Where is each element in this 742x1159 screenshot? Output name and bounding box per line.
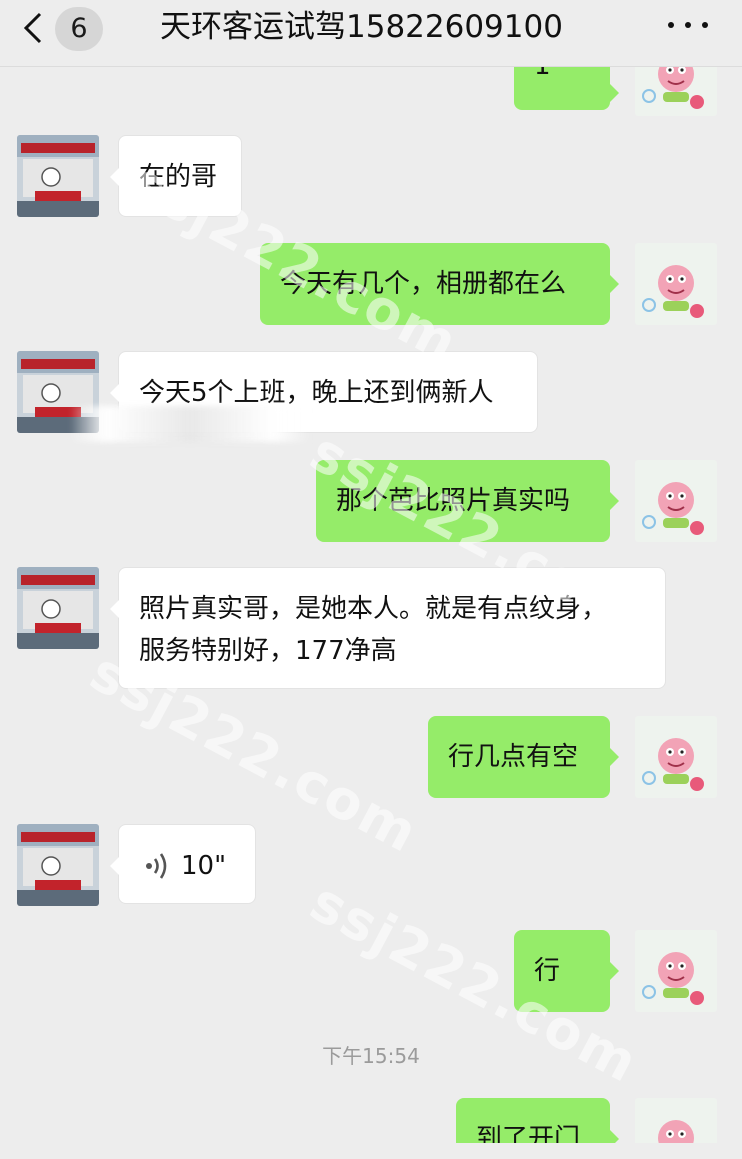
back-button[interactable]: 6 bbox=[14, 4, 114, 54]
message-text: 行 bbox=[534, 956, 561, 986]
message-text-line: 服务特别好，177净高 bbox=[139, 636, 397, 666]
my-avatar[interactable] bbox=[635, 243, 717, 325]
contact-avatar[interactable] bbox=[17, 824, 99, 906]
message-bubble[interactable]: 照片真实哥，是她本人。就是有点纹身， 服务特别好，177净高 bbox=[110, 567, 666, 689]
building-avatar-icon bbox=[17, 824, 99, 906]
patrick-star-avatar-icon bbox=[635, 930, 717, 1012]
message-text-line: 照片真实哥，是她本人。就是有点纹身， bbox=[139, 594, 608, 624]
message-row: 10" bbox=[0, 824, 742, 906]
more-dots-icon[interactable] bbox=[664, 10, 714, 40]
message-text: 在的哥 bbox=[139, 162, 218, 192]
message-bubble[interactable]: 那个芭比照片真实吗 bbox=[316, 460, 619, 542]
building-avatar-icon bbox=[17, 135, 99, 217]
message-row: 1 bbox=[0, 67, 742, 134]
chevron-left-icon bbox=[23, 12, 42, 44]
message-text: 到了开门 bbox=[476, 1124, 581, 1143]
patrick-star-avatar-icon bbox=[635, 1098, 717, 1143]
patrick-star-avatar-icon bbox=[635, 716, 717, 798]
message-row: 今天有几个，相册都在么 bbox=[0, 243, 742, 325]
message-row: 行几点有空 bbox=[0, 716, 742, 798]
my-avatar[interactable] bbox=[635, 930, 717, 1012]
my-avatar[interactable] bbox=[635, 460, 717, 542]
message-text: 1 bbox=[534, 67, 590, 80]
voice-duration: 10" bbox=[181, 851, 227, 881]
my-avatar[interactable] bbox=[635, 67, 717, 116]
contact-avatar[interactable] bbox=[17, 135, 99, 217]
message-bubble[interactable]: 在的哥 bbox=[110, 135, 242, 217]
patrick-star-avatar-icon bbox=[635, 67, 717, 116]
message-row: 行 bbox=[0, 930, 742, 1012]
message-text: 那个芭比照片真实吗 bbox=[336, 486, 571, 516]
blurred-region bbox=[70, 406, 310, 442]
patrick-star-avatar-icon bbox=[635, 243, 717, 325]
message-bubble[interactable]: 行 bbox=[514, 930, 619, 1012]
chat-title: 天环客运试驾15822609100 bbox=[160, 9, 563, 45]
message-text: 今天有几个，相册都在么 bbox=[280, 269, 567, 299]
patrick-star-avatar-icon bbox=[635, 460, 717, 542]
time-divider: 下午15:54 bbox=[322, 1044, 420, 1068]
chat-screen: 6 天环客运试驾15822609100 1 bbox=[0, 0, 742, 1159]
my-avatar[interactable] bbox=[635, 716, 717, 798]
message-row: 到了开门 bbox=[0, 1098, 742, 1143]
my-avatar[interactable] bbox=[635, 1098, 717, 1143]
building-avatar-icon bbox=[17, 567, 99, 649]
message-row: 在的哥 bbox=[0, 135, 742, 217]
message-text: 今天5个上班，晚上还到俩新人 bbox=[139, 378, 494, 408]
voice-wave-icon bbox=[146, 853, 167, 879]
message-list[interactable]: 1 bbox=[0, 67, 742, 1143]
contact-avatar[interactable] bbox=[17, 567, 99, 649]
unread-count-badge: 6 bbox=[55, 7, 103, 51]
message-bubble[interactable]: 行几点有空 bbox=[428, 716, 619, 798]
message-bubble[interactable]: 到了开门 bbox=[456, 1098, 619, 1143]
message-row: 照片真实哥，是她本人。就是有点纹身， 服务特别好，177净高 bbox=[0, 567, 742, 689]
chat-header: 6 天环客运试驾15822609100 bbox=[0, 0, 742, 67]
message-row: 那个芭比照片真实吗 bbox=[0, 460, 742, 542]
message-bubble[interactable]: 今天有几个，相册都在么 bbox=[260, 243, 619, 325]
message-bubble[interactable]: 1 bbox=[514, 67, 619, 110]
voice-message-bubble[interactable]: 10" bbox=[110, 824, 256, 904]
message-text: 行几点有空 bbox=[448, 742, 579, 772]
